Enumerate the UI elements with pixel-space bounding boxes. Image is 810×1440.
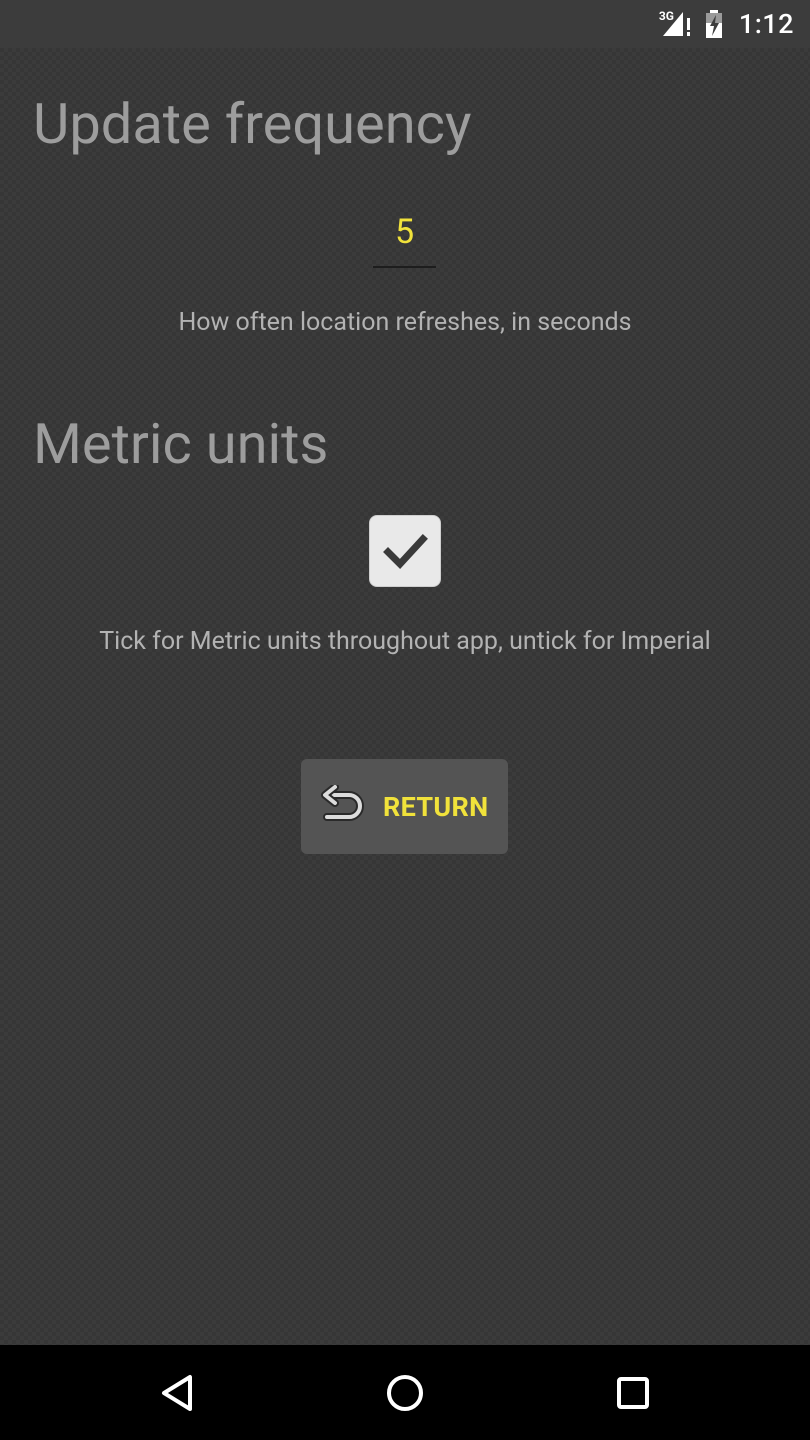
home-icon bbox=[387, 1374, 423, 1411]
navigation-bar bbox=[0, 1345, 810, 1440]
metric-units-title: Metric units bbox=[33, 411, 329, 477]
back-icon bbox=[162, 1374, 192, 1411]
signal-icon: 3G bbox=[659, 9, 693, 39]
status-time: 1:12 bbox=[738, 8, 794, 40]
back-button[interactable] bbox=[118, 1345, 238, 1440]
metric-units-checkbox[interactable] bbox=[369, 515, 441, 587]
status-bar: 3G 1:12 bbox=[0, 0, 810, 48]
recents-button[interactable] bbox=[573, 1345, 693, 1440]
update-frequency-title: Update frequency bbox=[33, 91, 472, 157]
battery-icon bbox=[701, 9, 729, 39]
home-button[interactable] bbox=[345, 1345, 465, 1440]
return-button-label: RETURN bbox=[383, 790, 489, 823]
update-frequency-help: How often location refreshes, in seconds bbox=[178, 308, 632, 337]
checkmark-icon bbox=[383, 534, 428, 570]
metric-units-help: Tick for Metric units throughout app, un… bbox=[99, 627, 711, 656]
recents-icon bbox=[617, 1376, 649, 1409]
update-frequency-input[interactable]: 5 bbox=[373, 200, 436, 268]
undo-arrow-icon bbox=[321, 784, 364, 821]
return-button[interactable]: RETURN bbox=[301, 759, 508, 854]
